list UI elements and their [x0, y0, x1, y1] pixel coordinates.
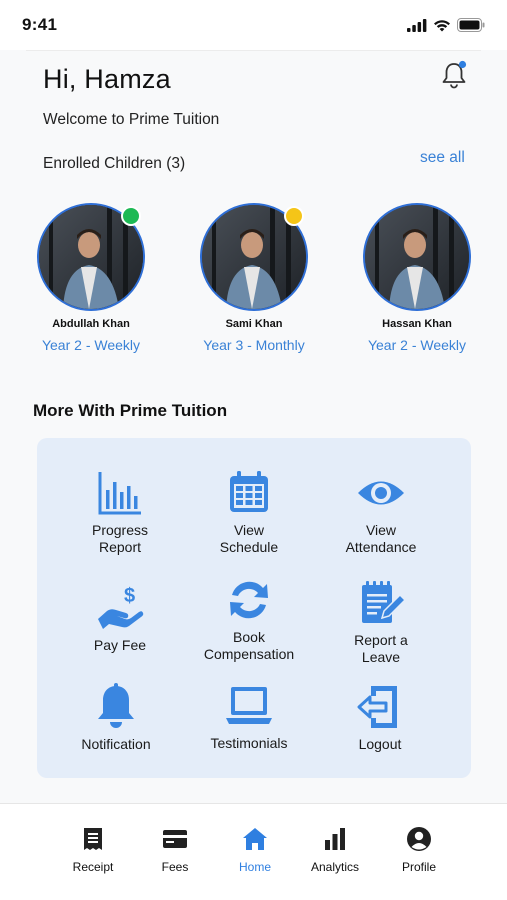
enrolled-children-title: Enrolled Children (3) [43, 155, 186, 172]
welcome-text: Welcome to Prime Tuition [43, 111, 220, 128]
progress-report-tile[interactable]: Progress Report [55, 468, 185, 556]
card-icon [163, 830, 187, 848]
tile-label: Pay Fee [93, 637, 147, 653]
analytics-icon [325, 828, 345, 850]
child-plan: Year 2 - Weekly [367, 337, 467, 353]
greeting-title: Hi, Hamza [43, 64, 171, 94]
nav-item-fees[interactable]: Fees [135, 826, 215, 874]
child-name: Abdullah Khan [52, 318, 130, 330]
nav-item-profile[interactable]: Profile [379, 826, 459, 874]
nav-item-home[interactable]: Home [215, 826, 295, 874]
nav-label: Analytics [310, 860, 360, 874]
nav-label: Profile [401, 860, 436, 874]
bottom-nav: Receipt Fees Home Analytics Profile [0, 803, 507, 900]
tile-label: Book Compensation [203, 629, 295, 662]
child-name: Sami Khan [225, 318, 283, 330]
header-divider [26, 50, 481, 51]
home-icon [243, 828, 267, 850]
nav-label: Fees [161, 860, 189, 874]
tile-label: Report a Leave [354, 632, 408, 665]
bar-chart-icon [98, 472, 141, 515]
bell-icon [98, 683, 134, 728]
child-card-3[interactable]: Hassan Khan Year 2 - Weekly [337, 203, 497, 353]
wifi-icon [434, 19, 450, 31]
report-leave-tile[interactable]: Report a Leave [316, 578, 446, 666]
tile-label: View Attendance [345, 522, 417, 555]
nav-item-analytics[interactable]: Analytics [295, 826, 375, 874]
refresh-icon [230, 581, 268, 619]
status-bar: 9:41 [0, 0, 507, 50]
profile-icon [407, 827, 431, 851]
features-grid: Progress Report View Schedule View Atten… [37, 438, 471, 778]
status-dot [284, 206, 304, 226]
signal-icon [407, 18, 427, 32]
logout-tile[interactable]: Logout [315, 682, 445, 753]
more-section-title: More With Prime Tuition [33, 401, 228, 420]
view-attendance-tile[interactable]: View Attendance [316, 468, 446, 556]
tile-label: Logout [358, 736, 402, 752]
child-name: Hassan Khan [382, 318, 452, 330]
edit-document-icon [362, 581, 406, 623]
nav-label: Receipt [72, 860, 114, 874]
status-icons [407, 18, 485, 32]
pay-hand-icon: $ [98, 585, 144, 629]
receipt-icon [84, 828, 102, 850]
nav-label: Home [238, 860, 271, 874]
child-plan: Year 3 - Monthly [203, 337, 305, 353]
status-dot [121, 206, 141, 226]
notification-bell-icon[interactable] [440, 60, 468, 90]
avatar [363, 203, 471, 311]
status-time: 9:41 [22, 15, 58, 34]
calendar-icon [230, 471, 268, 512]
book-compensation-tile[interactable]: Book Compensation [184, 575, 314, 663]
eye-icon [358, 481, 404, 505]
tile-label: Notification [81, 736, 151, 752]
tile-label: Testimonials [210, 735, 288, 751]
view-schedule-tile[interactable]: View Schedule [184, 468, 314, 556]
svg-text:$: $ [124, 585, 135, 607]
nav-item-receipt[interactable]: Receipt [53, 826, 133, 874]
testimonials-tile[interactable]: Testimonials [184, 681, 314, 752]
child-card-1[interactable]: Abdullah Khan Year 2 - Weekly [11, 203, 171, 353]
see-all-link[interactable]: see all [420, 149, 465, 167]
laptop-icon [226, 687, 272, 724]
tile-label: View Schedule [219, 522, 279, 555]
battery-icon [457, 18, 485, 32]
child-plan: Year 2 - Weekly [41, 337, 141, 353]
pay-fee-tile[interactable]: $ Pay Fee [55, 583, 185, 654]
child-card-2[interactable]: Sami Khan Year 3 - Monthly [174, 203, 334, 353]
notification-tile[interactable]: Notification [51, 682, 181, 753]
tile-label: Progress Report [91, 522, 149, 555]
logout-icon [357, 686, 397, 728]
